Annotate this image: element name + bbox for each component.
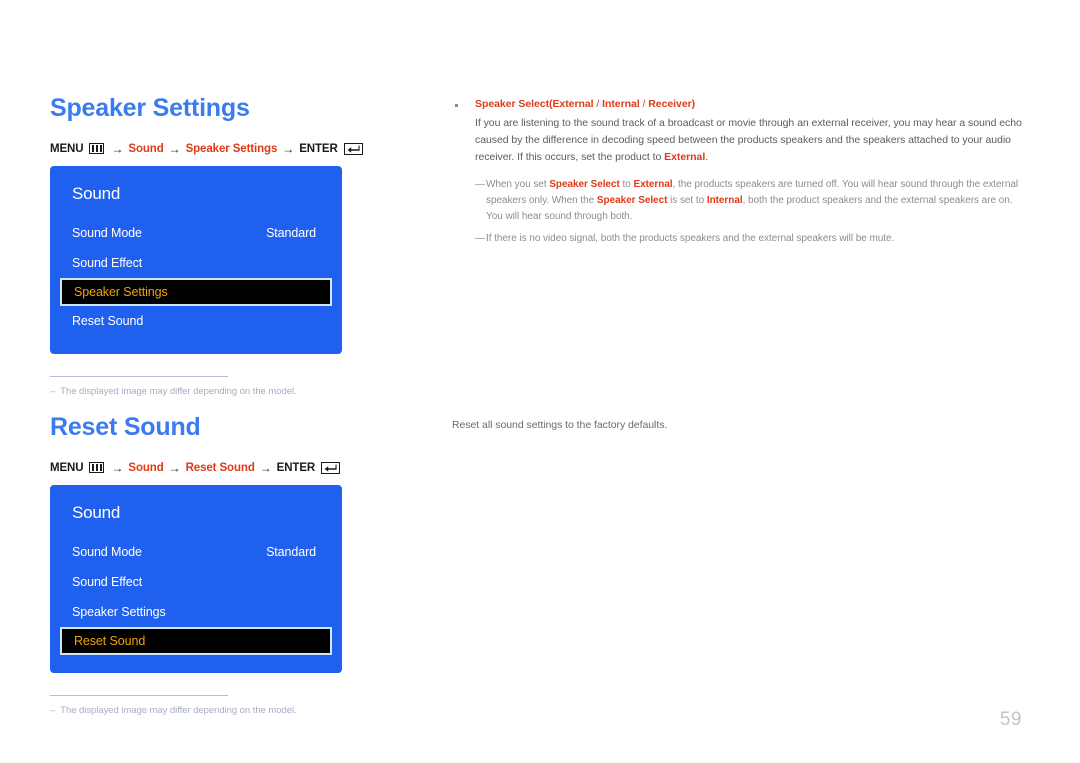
note-text: When you set Speaker Select to External,… <box>486 177 1030 226</box>
osd-item-sound-mode[interactable]: Sound Mode Standard <box>50 537 342 567</box>
osd-item-speaker-settings-selected[interactable]: Speaker Settings <box>60 277 332 306</box>
description-highlight-external: External <box>664 150 706 163</box>
breadcrumb-reset-sound: MENU → Sound → Reset Sound → ENTER <box>50 461 430 475</box>
breadcrumb-enter-label: ENTER <box>299 142 338 155</box>
heading-sep-2: / <box>639 98 649 110</box>
description-part-1: If you are listening to the sound track … <box>475 116 1022 163</box>
note-part-1: If there is no video signal, both the pr… <box>486 233 895 245</box>
osd-item-label: Reset Sound <box>72 313 144 328</box>
osd-item-reset-sound[interactable]: Reset Sound <box>50 306 342 336</box>
breadcrumb-arrow-1: → <box>111 460 124 475</box>
breadcrumb-arrow-2: → <box>168 141 181 156</box>
breadcrumb-path-sound: Sound <box>128 461 164 474</box>
breadcrumb-speaker-settings: MENU → Sound → Speaker Settings → ENTER <box>50 142 430 156</box>
note-item: — When you set Speaker Select to Externa… <box>475 177 1030 226</box>
speaker-select-heading: Speaker Select(External / Internal / Rec… <box>475 97 1030 113</box>
breadcrumb-arrow-1: → <box>111 141 124 156</box>
heading-paren-close: ) <box>691 98 696 110</box>
note-part-1: When you set <box>486 178 550 190</box>
breadcrumb-arrow-2: → <box>168 460 181 475</box>
heading-option-external: External <box>552 98 594 110</box>
osd-title: Sound <box>72 502 121 522</box>
speaker-select-notes: — When you set Speaker Select to Externa… <box>475 177 1030 248</box>
osd-item-label: Sound Effect <box>72 574 143 589</box>
note-highlight-4: Internal <box>706 194 743 206</box>
page-title-reset-sound: Reset Sound <box>50 413 201 441</box>
speaker-select-description: If you are listening to the sound track … <box>475 115 1030 166</box>
note-highlight-1: Speaker Select <box>549 178 620 190</box>
osd-menu-list: Sound Mode Standard Sound Effect Speaker… <box>50 218 342 336</box>
speaker-select-heading-main: Speaker Select <box>475 98 550 110</box>
reset-sound-description: Reset all sound settings to the factory … <box>452 419 668 431</box>
enter-return-icon <box>321 461 341 474</box>
osd-item-sound-effect[interactable]: Sound Effect <box>50 248 342 278</box>
osd-panel-reset-sound: Sound Sound Mode Standard Sound Effect S… <box>50 484 342 673</box>
osd-item-label: Reset Sound <box>74 633 146 648</box>
note-part-4: is set to <box>667 194 707 206</box>
footnote-divider <box>50 694 228 696</box>
osd-item-label: Sound Mode <box>72 225 142 240</box>
speaker-select-bullet: Speaker Select(External / Internal / Rec… <box>455 97 1030 254</box>
note-text: If there is no video signal, both the pr… <box>486 231 1030 247</box>
speaker-select-body: Speaker Select(External / Internal / Rec… <box>475 97 1030 254</box>
menu-bars-icon <box>89 143 105 154</box>
osd-item-reset-sound-selected[interactable]: Reset Sound <box>60 626 332 655</box>
breadcrumb-menu-label: MENU <box>50 461 84 474</box>
osd-item-label: Sound Mode <box>72 544 142 559</box>
osd-item-label: Speaker Settings <box>72 604 166 619</box>
section-reset-sound: Reset Sound MENU → Sound → Reset Sound →… <box>50 413 430 716</box>
osd-title: Sound <box>72 183 121 203</box>
description-part-2: . <box>705 150 709 163</box>
heading-option-internal: Internal <box>602 98 640 110</box>
osd-item-label: Sound Effect <box>72 255 143 270</box>
osd-item-sound-mode[interactable]: Sound Mode Standard <box>50 218 342 248</box>
osd-menu-list: Sound Mode Standard Sound Effect Speaker… <box>50 537 342 655</box>
heading-sep-1: / <box>593 98 603 110</box>
heading-option-receiver: Receiver <box>648 98 692 110</box>
osd-item-value: Standard <box>266 544 316 559</box>
osd-panel-speaker-settings: Sound Sound Mode Standard Sound Effect S… <box>50 165 342 354</box>
note-dash: — <box>475 233 485 245</box>
osd-item-label: Speaker Settings <box>74 284 168 299</box>
breadcrumb-path-target: Speaker Settings <box>185 142 278 155</box>
osd-item-value: Standard <box>266 225 316 240</box>
menu-bars-icon <box>89 462 105 473</box>
footnote-reset-sound: – The displayed image may differ dependi… <box>50 694 350 716</box>
note-dash: — <box>475 178 485 190</box>
footnote-text: The displayed image may differ depending… <box>60 704 297 716</box>
breadcrumb-arrow-3: → <box>282 141 295 156</box>
section-speaker-settings: Speaker Settings MENU → Sound → Speaker … <box>50 94 430 397</box>
note-item: — If there is no video signal, both the … <box>475 231 1030 247</box>
breadcrumb-menu-label: MENU <box>50 142 84 155</box>
note-highlight-3: Speaker Select <box>596 194 668 206</box>
footnote-dash: – <box>50 385 56 397</box>
page-number: 59 <box>999 709 1022 730</box>
note-part-2: to <box>619 178 634 190</box>
footnote-speaker-settings: – The displayed image may differ dependi… <box>50 375 350 397</box>
breadcrumb-path-sound: Sound <box>128 142 164 155</box>
breadcrumb-path-target: Reset Sound <box>185 461 255 474</box>
page-title-speaker-settings: Speaker Settings <box>50 94 250 122</box>
breadcrumb-enter-label: ENTER <box>276 461 316 474</box>
footnote-divider <box>50 375 228 377</box>
osd-item-speaker-settings[interactable]: Speaker Settings <box>50 597 342 627</box>
footnote-text: The displayed image may differ depending… <box>60 385 297 397</box>
osd-item-sound-effect[interactable]: Sound Effect <box>50 567 342 597</box>
manual-page: Speaker Settings MENU → Sound → Speaker … <box>0 0 1080 763</box>
footnote-row: – The displayed image may differ dependi… <box>50 705 350 716</box>
footnote-dash: – <box>50 704 56 716</box>
enter-return-icon <box>343 142 363 155</box>
square-bullet-icon <box>455 104 458 107</box>
right-column-content: Speaker Select(External / Internal / Rec… <box>455 97 1030 254</box>
footnote-row: – The displayed image may differ dependi… <box>50 386 350 397</box>
breadcrumb-arrow-3: → <box>259 460 272 475</box>
note-highlight-2: External <box>633 178 673 190</box>
